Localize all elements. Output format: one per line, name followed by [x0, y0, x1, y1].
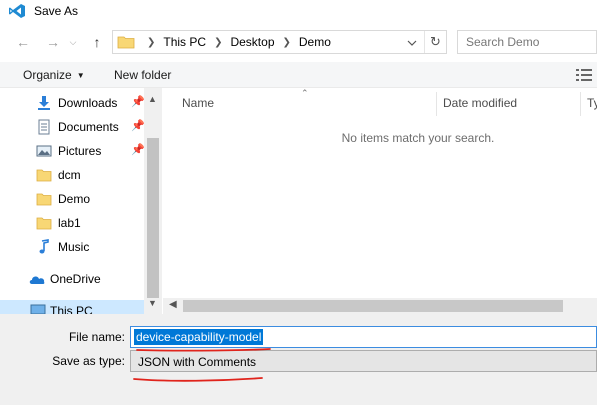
pin-icon[interactable]: 📌: [131, 95, 145, 108]
back-arrow-icon[interactable]: ←: [12, 32, 34, 52]
chevron-down-icon[interactable]: [404, 35, 420, 51]
sidebar-item-label: Downloads: [58, 96, 118, 110]
save-form: File name: device-capability-model Save …: [0, 314, 597, 405]
file-name-value: device-capability-model: [134, 329, 264, 345]
pictures-icon: [36, 145, 52, 157]
organize-label: Organize: [23, 68, 72, 82]
save-type-underline: [133, 377, 263, 382]
navigation-bar: ← → ⌵ ↑ ❯ This PC ❯ Desktop ❯ Demo ↻ Sea…: [0, 26, 597, 58]
recent-locations-chevron-icon[interactable]: ⌵: [62, 32, 84, 52]
sidebar-item-label: Demo: [58, 192, 91, 206]
folder-icon: [117, 36, 135, 49]
view-options-icon[interactable]: [575, 68, 593, 82]
sidebar-item-downloads[interactable]: Downloads 📌: [0, 92, 145, 114]
sidebar-item-this-pc[interactable]: This PC: [0, 300, 144, 314]
breadcrumb-desktop[interactable]: Desktop: [230, 35, 274, 49]
sidebar-item-label: Documents: [58, 120, 119, 134]
pin-icon[interactable]: 📌: [131, 119, 145, 132]
column-divider[interactable]: [580, 92, 581, 116]
folder-icon: [36, 217, 52, 230]
address-bar[interactable]: ❯ This PC ❯ Desktop ❯ Demo ↻: [112, 30, 447, 54]
scroll-up-icon[interactable]: ▲: [148, 94, 157, 104]
sidebar-item-demo[interactable]: Demo: [0, 188, 144, 210]
folder-icon: [36, 169, 52, 182]
column-divider[interactable]: [436, 92, 437, 116]
pin-icon[interactable]: 📌: [131, 143, 145, 156]
sidebar-item-pictures[interactable]: Pictures 📌: [0, 140, 145, 162]
sidebar-item-label: lab1: [58, 216, 81, 230]
sidebar-item-label: Music: [58, 240, 90, 254]
folder-icon: [36, 193, 52, 206]
music-icon: [39, 239, 49, 254]
file-list: ⌃ Name Date modified Ty No items match y…: [163, 88, 597, 298]
breadcrumb-this-pc[interactable]: This PC: [163, 35, 206, 49]
sidebar-item-label: This PC: [50, 304, 93, 314]
caret-down-icon: ▼: [76, 71, 85, 80]
scroll-left-icon[interactable]: ◀: [169, 299, 177, 310]
window-title: Save As: [34, 4, 79, 18]
documents-icon: [38, 119, 50, 135]
sidebar-item-lab1[interactable]: lab1: [0, 212, 144, 234]
up-arrow-icon[interactable]: ↑: [86, 32, 108, 52]
file-name-label: File name:: [68, 330, 125, 344]
command-bar: Organize ▼ New folder: [0, 62, 597, 88]
chevron-right-icon: ❯: [282, 36, 291, 48]
sidebar-item-music[interactable]: Music: [0, 236, 144, 258]
cloud-icon: [29, 276, 45, 284]
chevron-right-icon: ❯: [147, 36, 156, 48]
forward-arrow-icon[interactable]: →: [42, 32, 64, 52]
scroll-down-icon[interactable]: ▼: [148, 298, 157, 308]
file-list-horizontal-scrollbar[interactable]: ◀: [163, 298, 597, 314]
column-header-name[interactable]: Name: [182, 96, 214, 110]
save-as-type-label: Save as type:: [52, 354, 125, 368]
search-input[interactable]: Search Demo: [457, 30, 597, 54]
sidebar-item-label: dcm: [58, 168, 81, 182]
save-as-type-select[interactable]: JSON with Comments: [130, 350, 597, 372]
vscode-icon: [9, 4, 25, 18]
breadcrumb-demo[interactable]: Demo: [299, 35, 331, 49]
navigation-pane-scrollbar[interactable]: ▲ ▼: [144, 88, 162, 314]
sidebar-item-label: Pictures: [58, 144, 102, 158]
column-header-type[interactable]: Ty: [587, 96, 597, 110]
new-folder-button[interactable]: New folder: [114, 68, 171, 82]
file-name-input[interactable]: device-capability-model: [130, 326, 597, 348]
breadcrumb: ❯ This PC ❯ Desktop ❯ Demo: [139, 35, 331, 49]
title-bar: Save As: [0, 0, 597, 22]
sidebar-item-onedrive[interactable]: OneDrive: [0, 268, 144, 290]
sort-ascending-icon: ⌃: [301, 88, 309, 98]
scrollbar-thumb[interactable]: [183, 300, 563, 312]
sidebar-item-documents[interactable]: Documents 📌: [0, 116, 145, 138]
scrollbar-thumb[interactable]: [147, 138, 159, 298]
refresh-icon[interactable]: ↻: [424, 31, 446, 53]
download-icon: [38, 96, 50, 110]
chevron-right-icon: ❯: [214, 36, 223, 48]
empty-message: No items match your search.: [341, 131, 495, 145]
navigation-pane: Downloads 📌 Documents 📌 Pictures 📌 dcm D…: [0, 88, 162, 314]
column-header-date-modified[interactable]: Date modified: [443, 96, 517, 110]
organize-button[interactable]: Organize ▼: [23, 68, 85, 82]
sidebar-item-dcm[interactable]: dcm: [0, 164, 144, 186]
sidebar-item-label: OneDrive: [50, 272, 101, 286]
computer-icon: [30, 304, 46, 314]
save-as-type-value: JSON with Comments: [138, 355, 257, 369]
